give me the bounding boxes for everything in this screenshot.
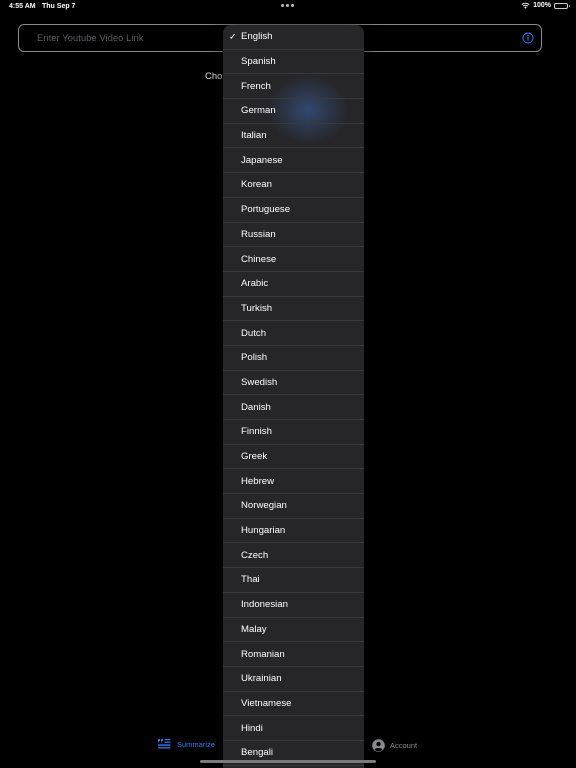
language-dropdown-menu[interactable]: ✓ English Spanish French German Italian Japane… — [223, 25, 364, 768]
menu-item-russian[interactable]: Russian — [223, 223, 364, 248]
menu-item-label: Chinese — [241, 253, 277, 265]
menu-item-german[interactable]: German — [223, 99, 364, 124]
wifi-icon — [521, 2, 530, 9]
menu-item-vietnamese[interactable]: Vietnamese — [223, 692, 364, 717]
menu-item-malay[interactable]: Malay — [223, 618, 364, 643]
menu-item-label: Dutch — [241, 327, 267, 339]
menu-item-english[interactable]: ✓ English — [223, 25, 364, 50]
menu-item-turkish[interactable]: Turkish — [223, 297, 364, 322]
menu-item-hungarian[interactable]: Hungarian — [223, 519, 364, 544]
menu-item-label: Japanese — [241, 154, 283, 166]
app-screen: 4:55 AM Thu Sep 7 100% Cho ✓E — [0, 0, 576, 768]
menu-item-french[interactable]: French — [223, 74, 364, 100]
menu-item-label: Arabic — [241, 278, 269, 290]
menu-item-arabic[interactable]: Arabic — [223, 272, 364, 297]
menu-item-label: Portuguese — [241, 204, 291, 216]
checkmark-icon: ✓ — [229, 31, 237, 42]
menu-item-label: Hindi — [241, 722, 263, 734]
summarize-icon — [158, 739, 171, 749]
menu-item-label: Ukrainian — [241, 673, 282, 685]
menu-item-danish[interactable]: Danish — [223, 395, 364, 420]
tab-account-label: Account — [390, 741, 418, 750]
tab-bar: Summarize Account — [0, 736, 576, 758]
tab-account[interactable]: Account — [372, 739, 417, 752]
menu-item-label: Hungarian — [241, 525, 286, 537]
menu-item-indonesian[interactable]: Indonesian — [223, 593, 364, 618]
menu-item-korean[interactable]: Korean — [223, 173, 364, 198]
account-icon — [372, 739, 385, 752]
menu-item-label: Vietnamese — [241, 697, 292, 709]
menu-item-italian[interactable]: Italian — [223, 124, 364, 149]
menu-item-label: Finnish — [241, 426, 272, 438]
menu-item-ukrainian[interactable]: Ukrainian — [223, 667, 364, 692]
menu-item-dutch[interactable]: Dutch — [223, 321, 364, 346]
menu-item-label: Italian — [241, 130, 267, 142]
menu-item-label: Russian — [241, 228, 276, 240]
menu-item-label: Danish — [241, 401, 271, 413]
menu-item-label: Malay — [241, 623, 267, 635]
menu-item-hebrew[interactable]: Hebrew — [223, 469, 364, 495]
menu-item-label: Greek — [241, 451, 268, 463]
menu-item-spanish[interactable]: Spanish — [223, 50, 364, 75]
menu-item-label: Romanian — [241, 648, 285, 660]
menu-item-label: Korean — [241, 179, 272, 191]
info-icon[interactable] — [522, 32, 534, 44]
menu-item-norwegian[interactable]: Norwegian — [223, 494, 364, 519]
menu-item-label: German — [241, 105, 276, 117]
tab-summarize[interactable]: Summarize — [157, 738, 215, 750]
menu-item-label: Czech — [241, 549, 269, 561]
menu-item-label: Spanish — [241, 56, 276, 68]
menu-item-label: Norwegian — [241, 500, 287, 512]
battery-percentage: 100% — [533, 2, 551, 9]
menu-item-thai[interactable]: Thai — [223, 568, 364, 593]
menu-item-label: English — [241, 31, 273, 43]
battery-icon — [554, 2, 570, 9]
menu-item-greek[interactable]: Greek — [223, 445, 364, 470]
choose-language-label: Cho — [205, 71, 223, 82]
status-time: 4:55 AM — [9, 3, 36, 10]
menu-item-label: Indonesian — [241, 599, 288, 611]
menu-item-label: Hebrew — [241, 475, 275, 487]
menu-item-label: French — [241, 80, 271, 92]
menu-item-polish[interactable]: Polish — [223, 346, 364, 371]
menu-item-label: Polish — [241, 352, 268, 364]
language-menu-list: ✓ English Spanish French German Italian Japane… — [223, 25, 364, 766]
menu-item-romanian[interactable]: Romanian — [223, 642, 364, 667]
menu-item-portuguese[interactable]: Portuguese — [223, 198, 364, 223]
tab-summarize-label: Summarize — [177, 739, 215, 749]
menu-item-label: Swedish — [241, 376, 278, 388]
menu-item-finnish[interactable]: Finnish — [223, 420, 364, 445]
menu-item-label: Turkish — [241, 302, 273, 314]
status-bar: 4:55 AM Thu Sep 7 100% — [0, 0, 576, 14]
menu-item-swedish[interactable]: Swedish — [223, 371, 364, 396]
menu-item-japanese[interactable]: Japanese — [223, 148, 364, 174]
menu-item-czech[interactable]: Czech — [223, 543, 364, 569]
status-indicators: 100% — [521, 2, 570, 9]
menu-item-chinese[interactable]: Chinese — [223, 247, 364, 272]
status-date: Thu Sep 7 — [42, 3, 76, 10]
home-indicator[interactable] — [200, 760, 376, 763]
multitasking-dots-icon[interactable] — [281, 4, 294, 7]
menu-item-label: Thai — [241, 574, 260, 586]
